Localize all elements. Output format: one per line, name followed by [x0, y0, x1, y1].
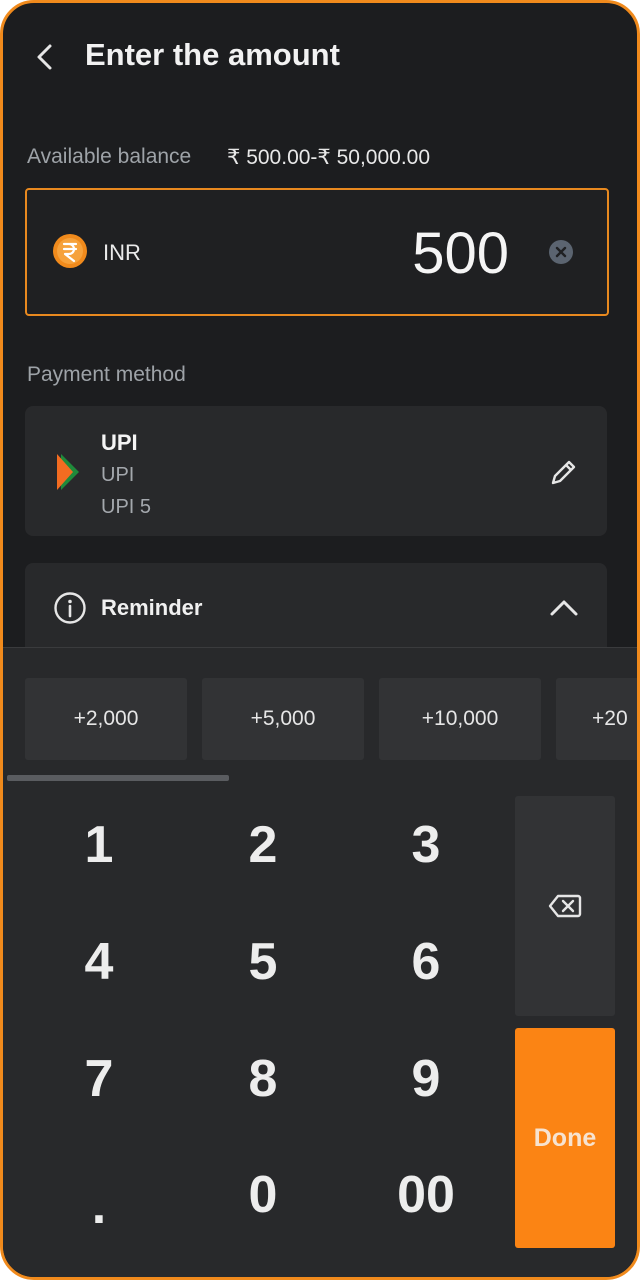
- payment-method-detail: UPI 5: [101, 496, 152, 518]
- amount-value: 500: [412, 221, 509, 286]
- key-4[interactable]: 4: [19, 907, 179, 1017]
- backspace-button[interactable]: [515, 796, 615, 1016]
- key-00[interactable]: 00: [346, 1140, 506, 1250]
- clear-button[interactable]: [549, 240, 573, 264]
- payment-method-label: Payment method: [27, 363, 186, 386]
- quick-amount-scrollbar[interactable]: [3, 775, 637, 781]
- key-decimal[interactable]: .: [19, 1140, 179, 1250]
- clear-icon: [549, 240, 573, 264]
- key-2[interactable]: 2: [183, 790, 343, 900]
- scrollbar-thumb[interactable]: [7, 775, 229, 781]
- backspace-icon: [548, 894, 582, 918]
- payment-method-card[interactable]: UPI UPI UPI 5: [25, 406, 607, 536]
- done-button[interactable]: Done: [515, 1028, 615, 1248]
- app-frame: Enter the amount Available balance ₹ 500…: [0, 0, 640, 1280]
- rupee-coin-icon: [53, 234, 87, 268]
- info-icon: [54, 592, 86, 624]
- page-title: Enter the amount: [85, 37, 340, 72]
- chevron-up-icon: [550, 600, 578, 616]
- key-3[interactable]: 3: [346, 790, 506, 900]
- balance-label: Available balance: [27, 145, 192, 168]
- header: Enter the amount: [3, 3, 637, 113]
- currency-label: INR: [103, 240, 141, 265]
- payment-method-type: UPI: [101, 464, 135, 486]
- chevron-left-icon: [37, 44, 52, 70]
- key-5[interactable]: 5: [183, 907, 343, 1017]
- key-1[interactable]: 1: [19, 790, 179, 900]
- upi-logo-icon: [57, 454, 79, 490]
- edit-payment-button[interactable]: [547, 455, 581, 489]
- key-6[interactable]: 6: [346, 907, 506, 1017]
- key-9[interactable]: 9: [346, 1024, 506, 1134]
- quick-amount-bar[interactable]: +2,000 +5,000 +10,000 +20: [3, 678, 637, 762]
- payment-method-title: UPI: [101, 430, 138, 455]
- pencil-icon: [551, 460, 576, 485]
- reminder-toggle[interactable]: [547, 595, 581, 619]
- quick-amount-chip[interactable]: +5,000: [202, 678, 364, 760]
- quick-amount-chip[interactable]: +2,000: [25, 678, 187, 760]
- key-8[interactable]: 8: [183, 1024, 343, 1134]
- quick-amount-chip[interactable]: +20: [556, 678, 637, 760]
- amount-input[interactable]: INR 500: [25, 188, 609, 316]
- key-0[interactable]: 0: [183, 1140, 343, 1250]
- key-7[interactable]: 7: [19, 1024, 179, 1134]
- keypad-panel: +2,000 +5,000 +10,000 +20 1 2 3 4 5 6 7 …: [3, 647, 637, 1277]
- balance-value: ₹ 500.00-₹ 50,000.00: [227, 146, 431, 169]
- back-button[interactable]: [31, 39, 59, 75]
- reminder-title: Reminder: [101, 595, 203, 620]
- quick-amount-chip[interactable]: +10,000: [379, 678, 541, 760]
